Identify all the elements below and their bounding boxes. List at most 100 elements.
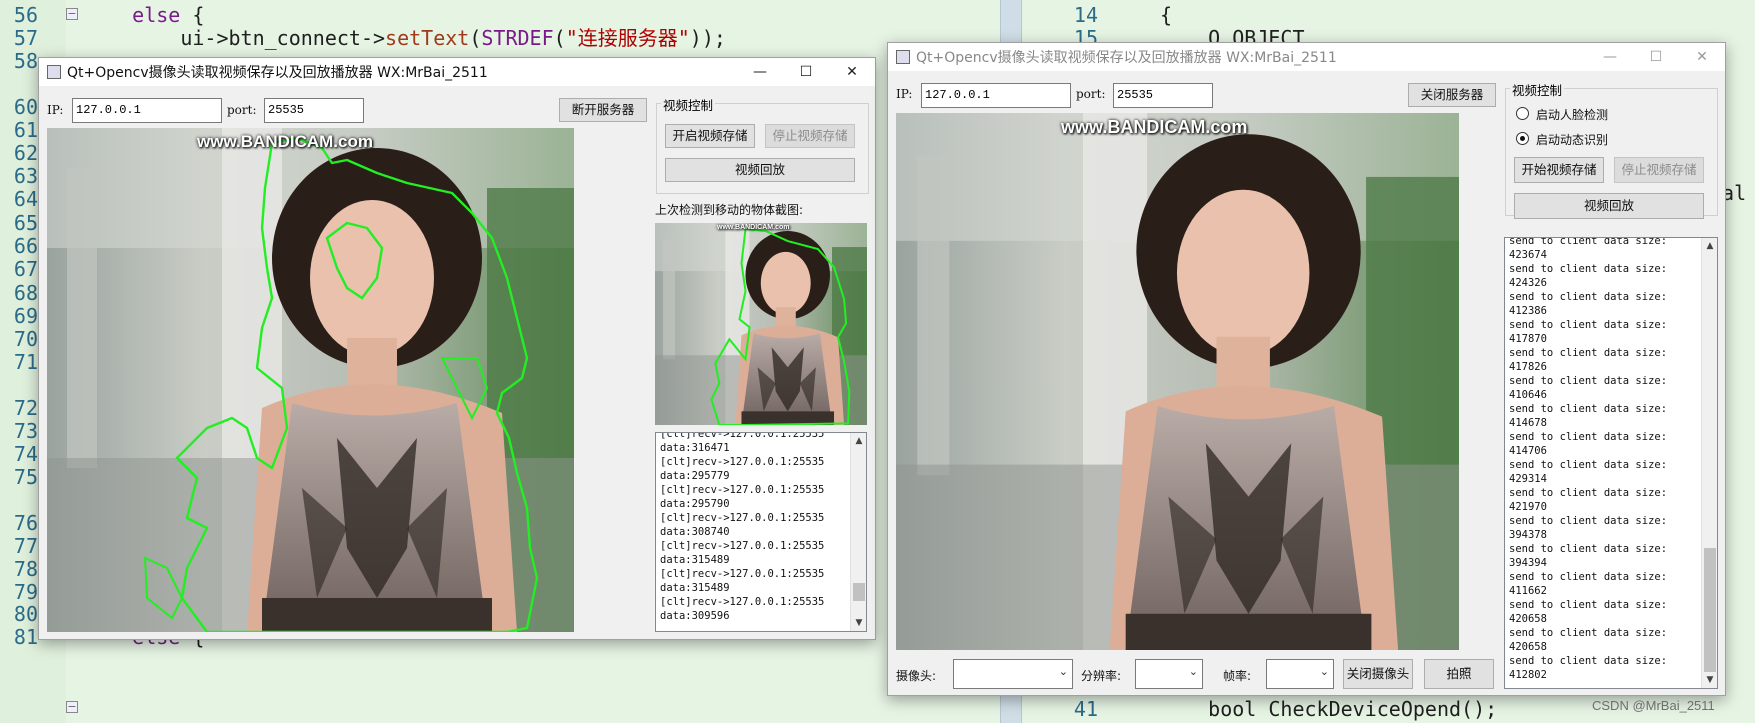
app-icon (896, 50, 910, 64)
stop-record-button: 停止视频存储 (1614, 157, 1704, 183)
resolution-label: 分辨率: (1081, 669, 1122, 683)
log-line: [clt]recv->127.0.0.1:25535 (660, 568, 825, 580)
log-line: send to client data size: (1509, 431, 1668, 443)
face-detect-radio[interactable] (1516, 107, 1529, 120)
fps-label: 帧率: (1223, 669, 1252, 683)
photo-button[interactable]: 拍照 (1424, 659, 1494, 689)
log-line: send to client data size: (1509, 237, 1668, 247)
start-record-button[interactable]: 开启视频存储 (665, 124, 755, 148)
log-line: 394394 (1509, 557, 1547, 569)
client-window[interactable]: Qt+Opencv摄像头读取视频保存以及回放播放器 WX:MrBai_2511 … (887, 42, 1726, 696)
close-camera-button[interactable]: 关闭摄像头 (1343, 659, 1413, 689)
line-number: 58 (13, 49, 38, 73)
log-line: data:295790 (660, 498, 730, 510)
log-line: data:295779 (660, 470, 730, 482)
video-display: www.BANDICAM.com (47, 128, 574, 632)
line-number: 64 (13, 187, 38, 211)
video-frame-image (47, 128, 574, 632)
scroll-down-icon[interactable]: ▼ (1702, 672, 1717, 688)
ip-input[interactable]: 127.0.0.1 (72, 98, 222, 123)
log-line: send to client data size: (1509, 263, 1668, 275)
server-window[interactable]: Qt+Opencv摄像头读取视频保存以及回放播放器 WX:MrBai_2511 … (38, 57, 876, 640)
resolution-select[interactable]: ⌄ (1135, 659, 1203, 689)
camera-select[interactable]: ⌄ (953, 659, 1073, 689)
scroll-thumb[interactable] (1704, 548, 1716, 672)
code-token: "连接服务器" (565, 26, 690, 50)
code-token: ( (553, 26, 566, 50)
code-token: -> (360, 26, 386, 50)
log-scrollbar[interactable]: ▲ ▼ (1701, 238, 1717, 688)
log-line: send to client data size: (1509, 319, 1668, 331)
log-line: 424326 (1509, 277, 1547, 289)
log-line: 394378 (1509, 529, 1547, 541)
motion-detect-label[interactable]: 启动动态识别 (1536, 131, 1608, 148)
code-line: ui->btn_connect->setText(STRDEF("连接服务器")… (84, 25, 726, 51)
log-line: data:315489 (660, 554, 730, 566)
port-label: port: (1076, 87, 1106, 101)
line-number: 71 (13, 350, 38, 374)
camera-label: 摄像头: (896, 669, 937, 683)
ip-input[interactable]: 127.0.0.1 (921, 83, 1071, 108)
csdn-watermark: CSDN @MrBai_2511 (1592, 698, 1715, 713)
close-button[interactable]: ✕ (1679, 43, 1725, 71)
log-line: [clt]recv->127.0.0.1:25535 (660, 596, 825, 608)
playback-button[interactable]: 视频回放 (665, 158, 855, 182)
scroll-up-icon[interactable]: ▲ (1702, 238, 1717, 254)
snapshot-label: 上次检测到移动的物体截图: (655, 203, 804, 217)
code-token: else (132, 3, 181, 27)
chevron-down-icon: ⌄ (1058, 665, 1068, 678)
video-display: www.BANDICAM.com (896, 113, 1459, 650)
fold-toggle-icon[interactable]: − (66, 8, 78, 20)
close-button[interactable]: ✕ (829, 58, 875, 86)
face-detect-label[interactable]: 启动人脸检测 (1536, 106, 1608, 123)
log-line: send to client data size: (1509, 487, 1668, 499)
log-line: 420658 (1509, 641, 1547, 653)
port-input[interactable]: 25535 (264, 98, 364, 123)
log-line: send to client data size: (1509, 571, 1668, 583)
motion-detect-radio[interactable] (1516, 132, 1529, 145)
log-output[interactable]: [clt]recv->127.0.0.1:25535 data:316471 [cl… (655, 432, 867, 632)
code-token: { (180, 3, 205, 27)
log-line: send to client data size: (1509, 459, 1668, 471)
fold-toggle-icon[interactable]: − (66, 701, 78, 713)
close-server-button[interactable]: 关闭服务器 (1408, 83, 1496, 107)
log-line: 423674 (1509, 249, 1547, 261)
maximize-button[interactable]: ☐ (783, 58, 829, 86)
log-line: 420658 (1509, 613, 1547, 625)
log-line: data:316471 (660, 442, 730, 454)
log-line: send to client data size: (1509, 403, 1668, 415)
snapshot-image: www.BANDICAM.com (655, 223, 867, 425)
log-line: 412386 (1509, 305, 1547, 317)
ip-label: IP: (47, 103, 64, 117)
maximize-button[interactable]: ☐ (1633, 43, 1679, 71)
log-text: [clt]recv->127.0.0.1:25535 data:316471 [cl… (660, 433, 825, 623)
minimize-button[interactable]: — (737, 58, 783, 86)
log-line: send to client data size: (1509, 655, 1668, 667)
log-output[interactable]: send to client data size: 423674 send to c… (1504, 237, 1718, 689)
scroll-up-icon[interactable]: ▲ (851, 433, 866, 449)
log-line: send to client data size: (1509, 291, 1668, 303)
disconnect-server-button[interactable]: 断开服务器 (559, 98, 647, 122)
scroll-thumb[interactable] (853, 583, 865, 601)
minimize-button[interactable]: — (1587, 43, 1633, 71)
scroll-down-icon[interactable]: ▼ (851, 615, 866, 631)
line-number: 41 (1073, 697, 1098, 721)
port-label: port: (227, 103, 257, 117)
log-line: 417826 (1509, 361, 1547, 373)
port-input[interactable]: 25535 (1113, 83, 1213, 108)
bandicam-watermark: www.BANDICAM.com (197, 132, 373, 151)
line-number: 75 (13, 465, 38, 489)
log-line: 412802 (1509, 669, 1547, 681)
start-record-button[interactable]: 开始视频存储 (1514, 157, 1604, 183)
video-frame-image (896, 113, 1459, 650)
log-text: send to client data size: 423674 send to c… (1509, 237, 1668, 682)
title-bar[interactable]: Qt+Opencv摄像头读取视频保存以及回放播放器 WX:MrBai_2511 … (888, 43, 1725, 71)
code-token: STRDEF (481, 26, 554, 50)
log-line: data:309596 (660, 610, 730, 622)
playback-button[interactable]: 视频回放 (1514, 193, 1704, 219)
log-scrollbar[interactable]: ▲ ▼ (850, 433, 866, 631)
title-bar[interactable]: Qt+Opencv摄像头读取视频保存以及回放播放器 WX:MrBai_2511 … (39, 58, 875, 86)
fps-select[interactable]: ⌄ (1266, 659, 1334, 689)
log-line: data:308740 (660, 526, 730, 538)
log-line: 414678 (1509, 417, 1547, 429)
